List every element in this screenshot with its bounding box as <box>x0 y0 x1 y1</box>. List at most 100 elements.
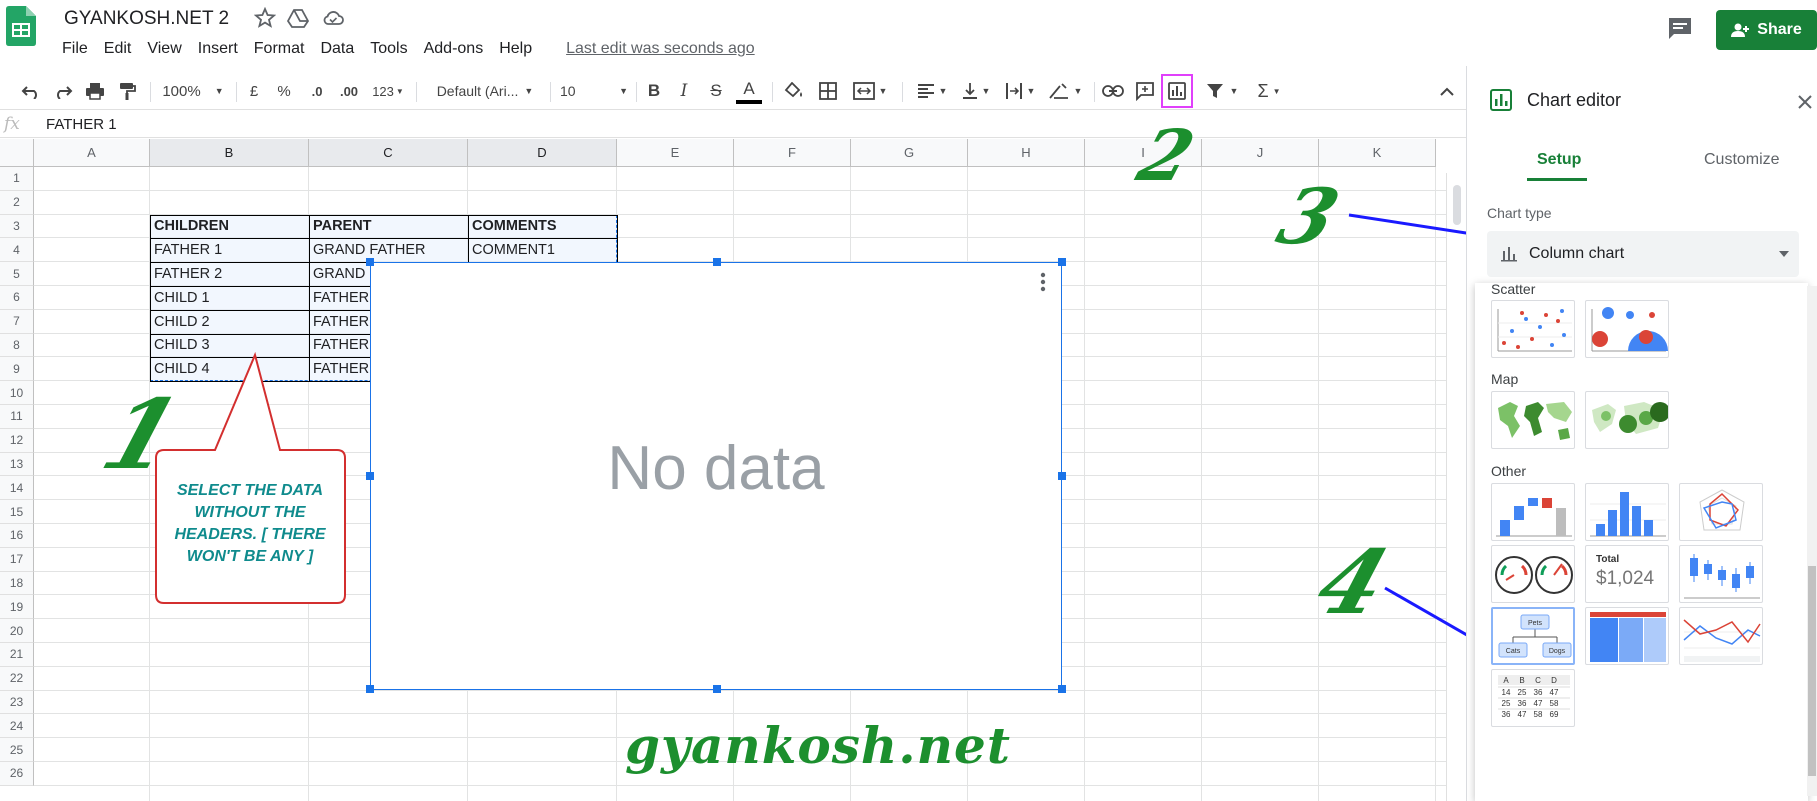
row-header[interactable]: 23 <box>0 690 34 715</box>
more-options-icon[interactable] <box>1039 271 1047 293</box>
scrollbar-thumb[interactable] <box>1453 185 1461 225</box>
formula-input[interactable]: FATHER 1 <box>46 116 117 133</box>
row-header[interactable]: 20 <box>0 619 34 643</box>
insert-chart-button[interactable] <box>1161 74 1193 108</box>
row-header[interactable]: 26 <box>0 762 34 786</box>
menu-data[interactable]: Data <box>312 38 362 60</box>
treemap-chart-option[interactable] <box>1585 607 1669 665</box>
merge-cells-button[interactable]: ▼ <box>850 78 890 104</box>
menu-tools[interactable]: Tools <box>362 38 415 60</box>
horizontal-align-button[interactable]: ▼ <box>912 78 952 104</box>
chart-object[interactable]: No data <box>366 258 1066 693</box>
radar-chart-option[interactable] <box>1679 483 1763 541</box>
resize-handle[interactable] <box>713 685 721 693</box>
vertical-align-button[interactable]: ▼ <box>956 78 996 104</box>
header-cell[interactable]: CHILDREN <box>150 215 309 239</box>
column-header[interactable]: F <box>734 139 851 167</box>
chart-type-select[interactable]: Column chart <box>1487 231 1799 277</box>
column-header[interactable]: J <box>1202 139 1319 167</box>
row-header[interactable]: 4 <box>0 238 34 263</box>
row-header[interactable]: 16 <box>0 524 34 548</box>
menu-insert[interactable]: Insert <box>190 38 246 60</box>
table-chart-option[interactable]: A B C D 14 25 36 47 25 36 47 58 36 47 58 69 <box>1491 669 1575 727</box>
data-cell[interactable]: FATHER 2 <box>150 262 309 286</box>
row-header[interactable]: 7 <box>0 309 34 334</box>
comment-history-icon[interactable] <box>1666 15 1694 41</box>
menu-view[interactable]: View <box>139 38 189 60</box>
geo-chart-option[interactable] <box>1491 391 1575 449</box>
paint-format-button[interactable] <box>114 78 140 104</box>
hide-menus-button[interactable] <box>1436 78 1458 104</box>
data-cell[interactable]: FATHER 1 <box>150 238 309 262</box>
row-header[interactable]: 6 <box>0 286 34 310</box>
row-header[interactable]: 10 <box>0 381 34 405</box>
increase-decimal-button[interactable]: .00 <box>334 78 364 104</box>
move-to-drive-icon[interactable] <box>287 7 309 29</box>
timeline-chart-option[interactable] <box>1679 607 1763 665</box>
menu-file[interactable]: File <box>54 38 96 60</box>
italic-button[interactable]: I <box>674 78 694 104</box>
row-header[interactable]: 2 <box>0 190 34 215</box>
select-all-corner[interactable] <box>0 139 34 167</box>
create-filter-button[interactable]: ▼ <box>1200 78 1244 104</box>
row-header[interactable]: 12 <box>0 428 34 453</box>
redo-button[interactable] <box>50 78 76 104</box>
strikethrough-button[interactable]: S <box>706 78 726 104</box>
font-family-select[interactable]: Default (Ari... ▼ <box>430 78 540 104</box>
insert-link-button[interactable] <box>1100 78 1126 104</box>
candlestick-chart-option[interactable] <box>1679 545 1763 603</box>
column-header[interactable]: G <box>851 139 968 167</box>
print-button[interactable] <box>82 78 108 104</box>
column-header[interactable]: C <box>309 139 468 167</box>
gauge-chart-option[interactable] <box>1491 545 1575 603</box>
resize-handle[interactable] <box>1058 685 1066 693</box>
text-wrapping-button[interactable]: ▼ <box>1000 78 1040 104</box>
format-percent-button[interactable]: % <box>274 78 294 104</box>
scorecard-chart-option[interactable]: Total $1,024 <box>1585 545 1669 603</box>
row-header[interactable]: 18 <box>0 571 34 596</box>
data-cell[interactable]: CHILD 2 <box>150 310 309 334</box>
row-header[interactable]: 24 <box>0 714 34 739</box>
text-rotation-button[interactable]: ▼ <box>1044 78 1086 104</box>
menu-addons[interactable]: Add-ons <box>416 38 492 60</box>
row-header[interactable]: 25 <box>0 738 34 762</box>
last-edit-link[interactable]: Last edit was seconds ago <box>558 38 763 60</box>
menu-format[interactable]: Format <box>246 38 313 60</box>
column-header[interactable]: D <box>468 139 617 167</box>
row-header[interactable]: 21 <box>0 643 34 667</box>
grid-vertical-scrollbar[interactable] <box>1446 173 1466 801</box>
row-header[interactable]: 3 <box>0 214 34 239</box>
undo-button[interactable] <box>18 78 44 104</box>
histogram-chart-option[interactable] <box>1585 483 1669 541</box>
row-header[interactable]: 15 <box>0 500 34 524</box>
row-header[interactable]: 9 <box>0 357 34 382</box>
row-header[interactable]: 13 <box>0 452 34 477</box>
star-icon[interactable] <box>254 7 276 29</box>
resize-handle[interactable] <box>366 258 374 266</box>
resize-handle[interactable] <box>713 258 721 266</box>
row-header[interactable]: 1 <box>0 167 34 191</box>
menu-edit[interactable]: Edit <box>96 38 140 60</box>
bold-button[interactable]: B <box>644 78 664 104</box>
waterfall-chart-option[interactable] <box>1491 483 1575 541</box>
zoom-select[interactable]: 100% ▼ <box>158 78 228 104</box>
row-header[interactable]: 8 <box>0 333 34 358</box>
close-icon[interactable] <box>1795 92 1815 112</box>
column-header[interactable]: B <box>150 139 309 167</box>
font-size-select[interactable]: 10 ▼ <box>560 78 628 104</box>
geo-bubble-chart-option[interactable] <box>1585 391 1669 449</box>
column-header[interactable]: E <box>617 139 734 167</box>
resize-handle[interactable] <box>1058 472 1066 480</box>
tab-setup[interactable]: Setup <box>1537 151 1581 169</box>
share-button[interactable]: Share <box>1716 10 1817 50</box>
data-cell[interactable]: COMMENT1 <box>468 238 617 262</box>
resize-handle[interactable] <box>1058 258 1066 266</box>
header-cell[interactable]: PARENT <box>309 215 468 239</box>
fill-color-button[interactable] <box>782 78 806 104</box>
row-header[interactable]: 19 <box>0 595 34 620</box>
data-cell[interactable]: CHILD 3 <box>150 334 309 358</box>
insert-comment-button[interactable] <box>1132 78 1158 104</box>
tab-customize[interactable]: Customize <box>1704 151 1780 169</box>
data-cell[interactable]: CHILD 1 <box>150 286 309 310</box>
scatter-chart-option[interactable] <box>1491 300 1575 358</box>
